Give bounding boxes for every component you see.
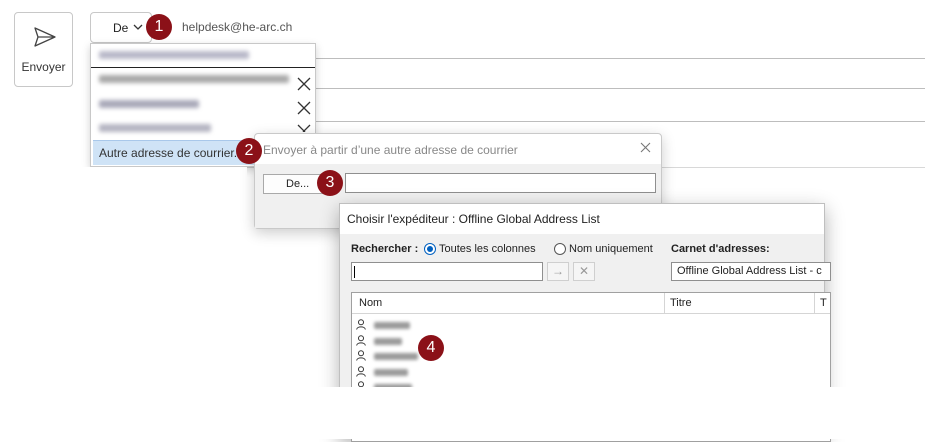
column-t[interactable]: T [820,297,827,309]
list-item[interactable] [356,335,402,349]
search-label: Rechercher : [351,243,419,255]
step-badge-1: 1 [146,14,172,40]
list-item[interactable] [99,100,199,108]
radio-name-only[interactable] [554,243,566,255]
from-address-input[interactable] [345,173,656,193]
dialog-titlebar: Choisir l'expéditeur : Offline Global Ad… [340,204,824,234]
to-field-line [316,58,925,59]
list-item[interactable] [99,75,289,83]
arrow-right-icon[interactable]: → [547,262,569,281]
list-header: Nom Titre T [352,293,830,314]
column-title[interactable]: Titre [670,297,692,309]
from-button-label: De [113,21,129,35]
radio-name-only-label: Nom uniquement [569,243,653,255]
chevron-down-icon [133,24,143,30]
step-badge-2: 2 [236,138,262,164]
send-icon [34,27,56,47]
step-badge-3: 3 [317,170,343,196]
list-item[interactable] [99,124,211,132]
from-address: helpdesk@he-arc.ch [182,20,293,34]
dialog-title: Envoyer à partir d’une autre adresse de … [263,143,518,157]
address-book-value: Offline Global Address List - c [677,265,822,277]
close-icon[interactable] [297,77,311,91]
clear-search-icon[interactable]: ✕ [573,262,595,281]
person-icon [356,366,366,377]
list-item[interactable] [356,319,410,333]
column-name[interactable]: Nom [359,297,382,309]
cc-field-line [316,88,925,89]
list-item[interactable] [99,51,249,59]
list-item[interactable] [356,366,408,380]
divider [91,67,315,68]
step-badge-4: 4 [418,335,444,361]
close-icon[interactable] [297,101,311,115]
radio-all-columns[interactable] [424,243,436,255]
list-item[interactable] [356,350,418,364]
from-button[interactable]: De [90,12,152,43]
person-icon [356,319,366,330]
other-address-label: Autre adresse de courrier... [99,146,244,160]
close-icon[interactable] [640,142,651,153]
address-book-select[interactable]: Offline Global Address List - c [671,262,831,281]
radio-all-columns-label: Toutes les colonnes [439,243,536,255]
search-input[interactable] [351,262,543,281]
send-label: Envoyer [21,60,66,74]
background [0,387,925,439]
person-icon [356,350,366,361]
send-button[interactable]: Envoyer [14,12,73,87]
bcc-field-line [316,121,925,122]
address-book-label: Carnet d'adresses: [671,243,770,255]
close-icon[interactable] [297,124,311,132]
de-button-label: De... [286,178,310,190]
person-icon [356,335,366,346]
dialog-title: Choisir l'expéditeur : Offline Global Ad… [347,212,600,226]
